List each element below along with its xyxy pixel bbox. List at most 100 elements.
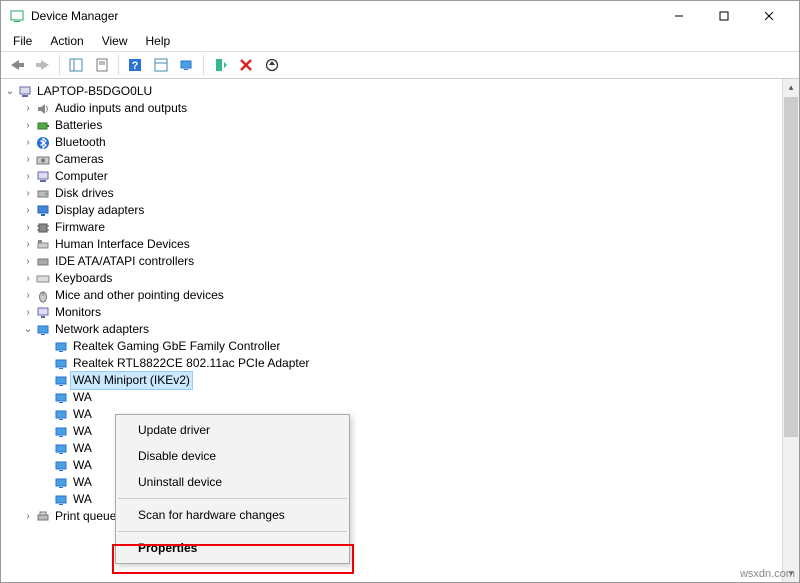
tree-category[interactable]: › Display adapters <box>3 202 780 219</box>
tree-label: Keyboards <box>55 270 112 287</box>
close-button[interactable] <box>746 1 791 31</box>
expand-icon[interactable]: › <box>21 202 35 219</box>
tree-label: Print queues <box>55 508 122 525</box>
tree-label: WAN Miniport (IKEv2) <box>70 371 193 390</box>
bluetooth-icon <box>35 135 51 151</box>
tree-category[interactable]: › Disk drives <box>3 185 780 202</box>
tree-label: Mice and other pointing devices <box>55 287 224 304</box>
enable-device-button[interactable] <box>208 53 232 77</box>
firmware-icon <box>35 220 51 236</box>
scan-hardware-button[interactable] <box>175 53 199 77</box>
network-adapter-icon <box>53 356 69 372</box>
expand-icon[interactable]: › <box>21 185 35 202</box>
menu-action[interactable]: Action <box>42 32 91 50</box>
tree-label: WA <box>73 457 92 474</box>
collapse-icon[interactable]: ⌄ <box>21 321 35 338</box>
ctx-scan-hardware[interactable]: Scan for hardware changes <box>116 502 349 528</box>
computer-icon <box>17 84 33 100</box>
expand-icon[interactable]: › <box>21 117 35 134</box>
vertical-scrollbar[interactable]: ▴ ▾ <box>782 79 799 582</box>
tree-label: Disk drives <box>55 185 114 202</box>
menu-help[interactable]: Help <box>138 32 179 50</box>
menubar: File Action View Help <box>1 31 799 51</box>
scroll-up-button[interactable]: ▴ <box>783 79 800 96</box>
tree-device-selected[interactable]: WAN Miniport (IKEv2) <box>3 372 780 389</box>
expand-icon[interactable]: › <box>21 134 35 151</box>
tree-category[interactable]: › Computer <box>3 168 780 185</box>
nav-back-button[interactable] <box>5 53 29 77</box>
nav-forward-button[interactable] <box>31 53 55 77</box>
expand-icon[interactable]: › <box>21 236 35 253</box>
menu-file[interactable]: File <box>5 32 40 50</box>
expand-icon[interactable]: › <box>21 100 35 117</box>
tree-category-network[interactable]: ⌄Network adapters <box>3 321 780 338</box>
svg-text:?: ? <box>132 60 139 72</box>
watermark: wsxdn.com <box>740 568 795 580</box>
tree-label: WA <box>73 491 92 508</box>
expand-icon[interactable]: › <box>21 304 35 321</box>
expand-icon[interactable]: › <box>21 219 35 236</box>
mouse-icon <box>35 288 51 304</box>
minimize-button[interactable] <box>656 1 701 31</box>
expand-icon[interactable]: › <box>21 168 35 185</box>
device-manager-window: Device Manager File Action View Help ? <box>0 0 800 583</box>
tree-category[interactable]: › Audio inputs and outputs <box>3 100 780 117</box>
expand-icon[interactable]: › <box>21 508 35 525</box>
tree-category[interactable]: › Mice and other pointing devices <box>3 287 780 304</box>
tree-label: Firmware <box>55 219 105 236</box>
show-hide-console-button[interactable] <box>64 53 88 77</box>
network-adapter-icon <box>53 441 69 457</box>
ctx-properties[interactable]: Properties <box>116 535 349 561</box>
maximize-button[interactable] <box>701 1 746 31</box>
tree-category[interactable]: ›Bluetooth <box>3 134 780 151</box>
tree-label: Computer <box>55 168 108 185</box>
menu-view[interactable]: View <box>94 32 136 50</box>
tree-category[interactable]: ›Human Interface Devices <box>3 236 780 253</box>
collapse-icon[interactable]: ⌄ <box>3 83 17 100</box>
tree-category[interactable]: › Cameras <box>3 151 780 168</box>
network-adapter-icon <box>53 390 69 406</box>
help-button[interactable]: ? <box>123 53 147 77</box>
tree-label: Realtek Gaming GbE Family Controller <box>73 338 280 355</box>
tree-root[interactable]: ⌄ LAPTOP-B5DGO0LU <box>3 83 780 100</box>
tree-category[interactable]: › Keyboards <box>3 270 780 287</box>
ctx-uninstall-device[interactable]: Uninstall device <box>116 469 349 495</box>
tree-label: WA <box>73 440 92 457</box>
toolbar: ? <box>1 51 799 79</box>
expand-icon[interactable]: › <box>21 287 35 304</box>
tree-category[interactable]: › Firmware <box>3 219 780 236</box>
tree-device[interactable]: WA <box>3 389 780 406</box>
tree-label: Display adapters <box>55 202 144 219</box>
network-adapter-icon <box>53 475 69 491</box>
tree-device[interactable]: Realtek RTL8822CE 802.11ac PCIe Adapter <box>3 355 780 372</box>
list-button[interactable] <box>149 53 173 77</box>
ide-icon <box>35 254 51 270</box>
tree-category[interactable]: ›IDE ATA/ATAPI controllers <box>3 253 780 270</box>
tree-label: WA <box>73 389 92 406</box>
tree-device[interactable]: Realtek Gaming GbE Family Controller <box>3 338 780 355</box>
titlebar: Device Manager <box>1 1 799 31</box>
update-driver-button[interactable] <box>260 53 284 77</box>
ctx-disable-device[interactable]: Disable device <box>116 443 349 469</box>
expand-icon[interactable]: › <box>21 253 35 270</box>
properties-button[interactable] <box>90 53 114 77</box>
tree-category[interactable]: › Monitors <box>3 304 780 321</box>
printer-icon <box>35 509 51 525</box>
tree-category[interactable]: ›Batteries <box>3 117 780 134</box>
expand-icon[interactable]: › <box>21 151 35 168</box>
toolbar-separator <box>118 55 119 75</box>
toolbar-separator <box>203 55 204 75</box>
scroll-thumb[interactable] <box>784 97 798 437</box>
tree-label: Cameras <box>55 151 104 168</box>
tree-label: Audio inputs and outputs <box>55 100 187 117</box>
tree-label: Realtek RTL8822CE 802.11ac PCIe Adapter <box>73 355 309 372</box>
tree-label: Monitors <box>55 304 101 321</box>
network-adapter-icon <box>53 407 69 423</box>
uninstall-device-button[interactable] <box>234 53 258 77</box>
tree-label: WA <box>73 406 92 423</box>
network-adapter-icon <box>53 373 69 389</box>
ctx-update-driver[interactable]: Update driver <box>116 417 349 443</box>
network-adapter-icon <box>53 492 69 508</box>
expand-icon[interactable]: › <box>21 270 35 287</box>
keyboard-icon <box>35 271 51 287</box>
